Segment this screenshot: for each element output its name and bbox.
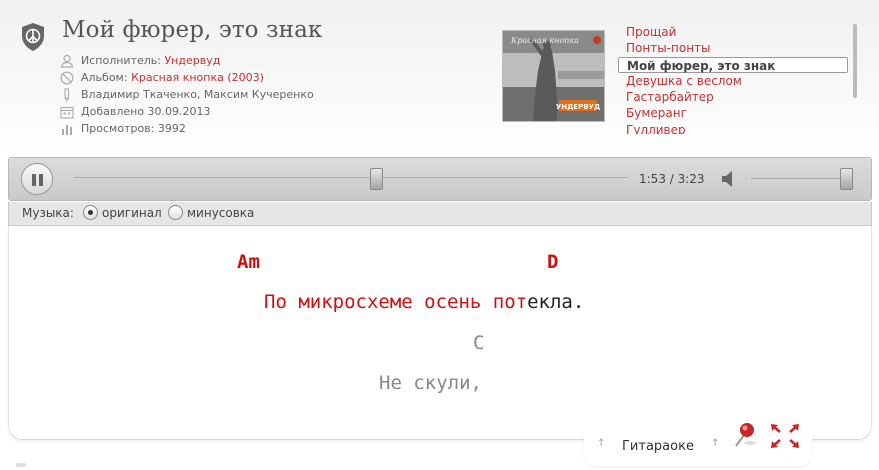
views-count: Просмотров: 3992 (81, 122, 186, 135)
disc-icon (60, 71, 74, 84)
song-header: Мой фюрер, это знак Исполнитель: Ундерву… (0, 0, 879, 152)
progress-slider-thumb[interactable] (370, 168, 384, 190)
chord-am: Am (237, 251, 260, 273)
playlist-item[interactable]: Гастарбайтер (618, 89, 850, 105)
playlist-item[interactable]: Гулливер (618, 122, 850, 134)
album-label: Альбом: (81, 71, 128, 84)
authors-text: Владимир Ткаченко, Максим Кучеренко (81, 88, 314, 101)
mode-original-option[interactable]: оригинал (83, 205, 162, 220)
playlist-scrollbar[interactable] (853, 24, 857, 98)
pause-button[interactable] (21, 163, 53, 195)
playlist-item[interactable]: Понты-понты (618, 40, 850, 56)
artist-row: Исполнитель: Ундервуд (60, 52, 314, 69)
guitaraoke-tab[interactable]: Гитараоке (622, 439, 694, 454)
lyric-line-next: Не скули, (379, 372, 482, 394)
lyrics-panel (8, 226, 872, 440)
calendar-icon (60, 106, 74, 119)
pause-icon (32, 174, 36, 186)
music-mode-bar: Музыка: оригинал минусовка (8, 202, 872, 226)
arrow-up-icon-right: ↑ (711, 438, 720, 449)
song-meta: Исполнитель: Ундервуд Альбом: Красная кн… (60, 52, 314, 137)
radio-minus[interactable] (168, 205, 183, 220)
mode-minus-option[interactable]: минусовка (168, 205, 254, 220)
speaker-icon[interactable] (721, 170, 737, 188)
playlist-item[interactable]: Мой фюрер, это знак (618, 56, 848, 73)
lyric-sung-part: По микросхеме осень пот (264, 291, 528, 313)
chord-c: C (473, 332, 485, 354)
pause-icon-bar (39, 174, 43, 186)
album-cover[interactable]: УНДЕРВУД Красная кнопка (502, 30, 605, 122)
mode-original-label: оригинал (102, 205, 162, 220)
lyric-line-current: По микросхеме осень потекла. (264, 291, 584, 313)
volume-slider-thumb[interactable] (840, 168, 853, 190)
cover-brand: УНДЕРВУД (556, 103, 600, 111)
time-readout: 1:53 / 3:23 (639, 172, 705, 186)
pen-icon (64, 87, 70, 102)
views-row: Просмотров: 3992 (60, 120, 314, 137)
peace-shield-icon (22, 23, 44, 51)
mode-minus-label: минусовка (187, 205, 255, 220)
artist-link[interactable]: Ундервуд (164, 54, 220, 67)
volume-track[interactable] (751, 178, 847, 181)
artist-label: Исполнитель: (81, 54, 161, 67)
playlist-item[interactable]: Прощай (618, 24, 850, 40)
pushpin-icon[interactable] (733, 420, 757, 448)
music-mode-label: Музыка: (22, 206, 74, 220)
added-row: Добавлено 30.09.2013 (60, 103, 314, 120)
song-title: Мой фюрер, это знак (62, 17, 323, 43)
album-link[interactable]: Красная кнопка (2003) (131, 71, 264, 84)
bar-chart-icon (62, 124, 72, 135)
playlist-item[interactable]: Девушка с веслом (618, 73, 850, 89)
playlist-item[interactable]: Бумеранг (618, 105, 850, 121)
karaoke-page: Мой фюрер, это знак Исполнитель: Ундерву… (0, 0, 879, 470)
album-cover-art: УНДЕРВУД Красная кнопка (503, 31, 604, 121)
lyric-unsung-part: екла. (527, 291, 585, 313)
progress-track[interactable] (74, 177, 628, 180)
album-row: Альбом: Красная кнопка (2003) (60, 69, 314, 86)
authors-row: Владимир Ткаченко, Максим Кучеренко (60, 86, 314, 103)
person-icon (60, 54, 74, 68)
cover-title: Красная кнопка (510, 36, 579, 45)
page-edge-decor (16, 463, 26, 467)
fullscreen-expand-icon[interactable] (770, 423, 800, 449)
audio-player: 1:53 / 3:23 (8, 157, 872, 201)
arrow-up-icon: ↑ (597, 438, 606, 449)
playlist: Прощай Понты-понты Мой фюрер, это знак Деву… (618, 24, 850, 134)
added-date: Добавлено 30.09.2013 (81, 105, 211, 118)
radio-original[interactable] (83, 205, 98, 220)
chord-d: D (547, 251, 559, 273)
